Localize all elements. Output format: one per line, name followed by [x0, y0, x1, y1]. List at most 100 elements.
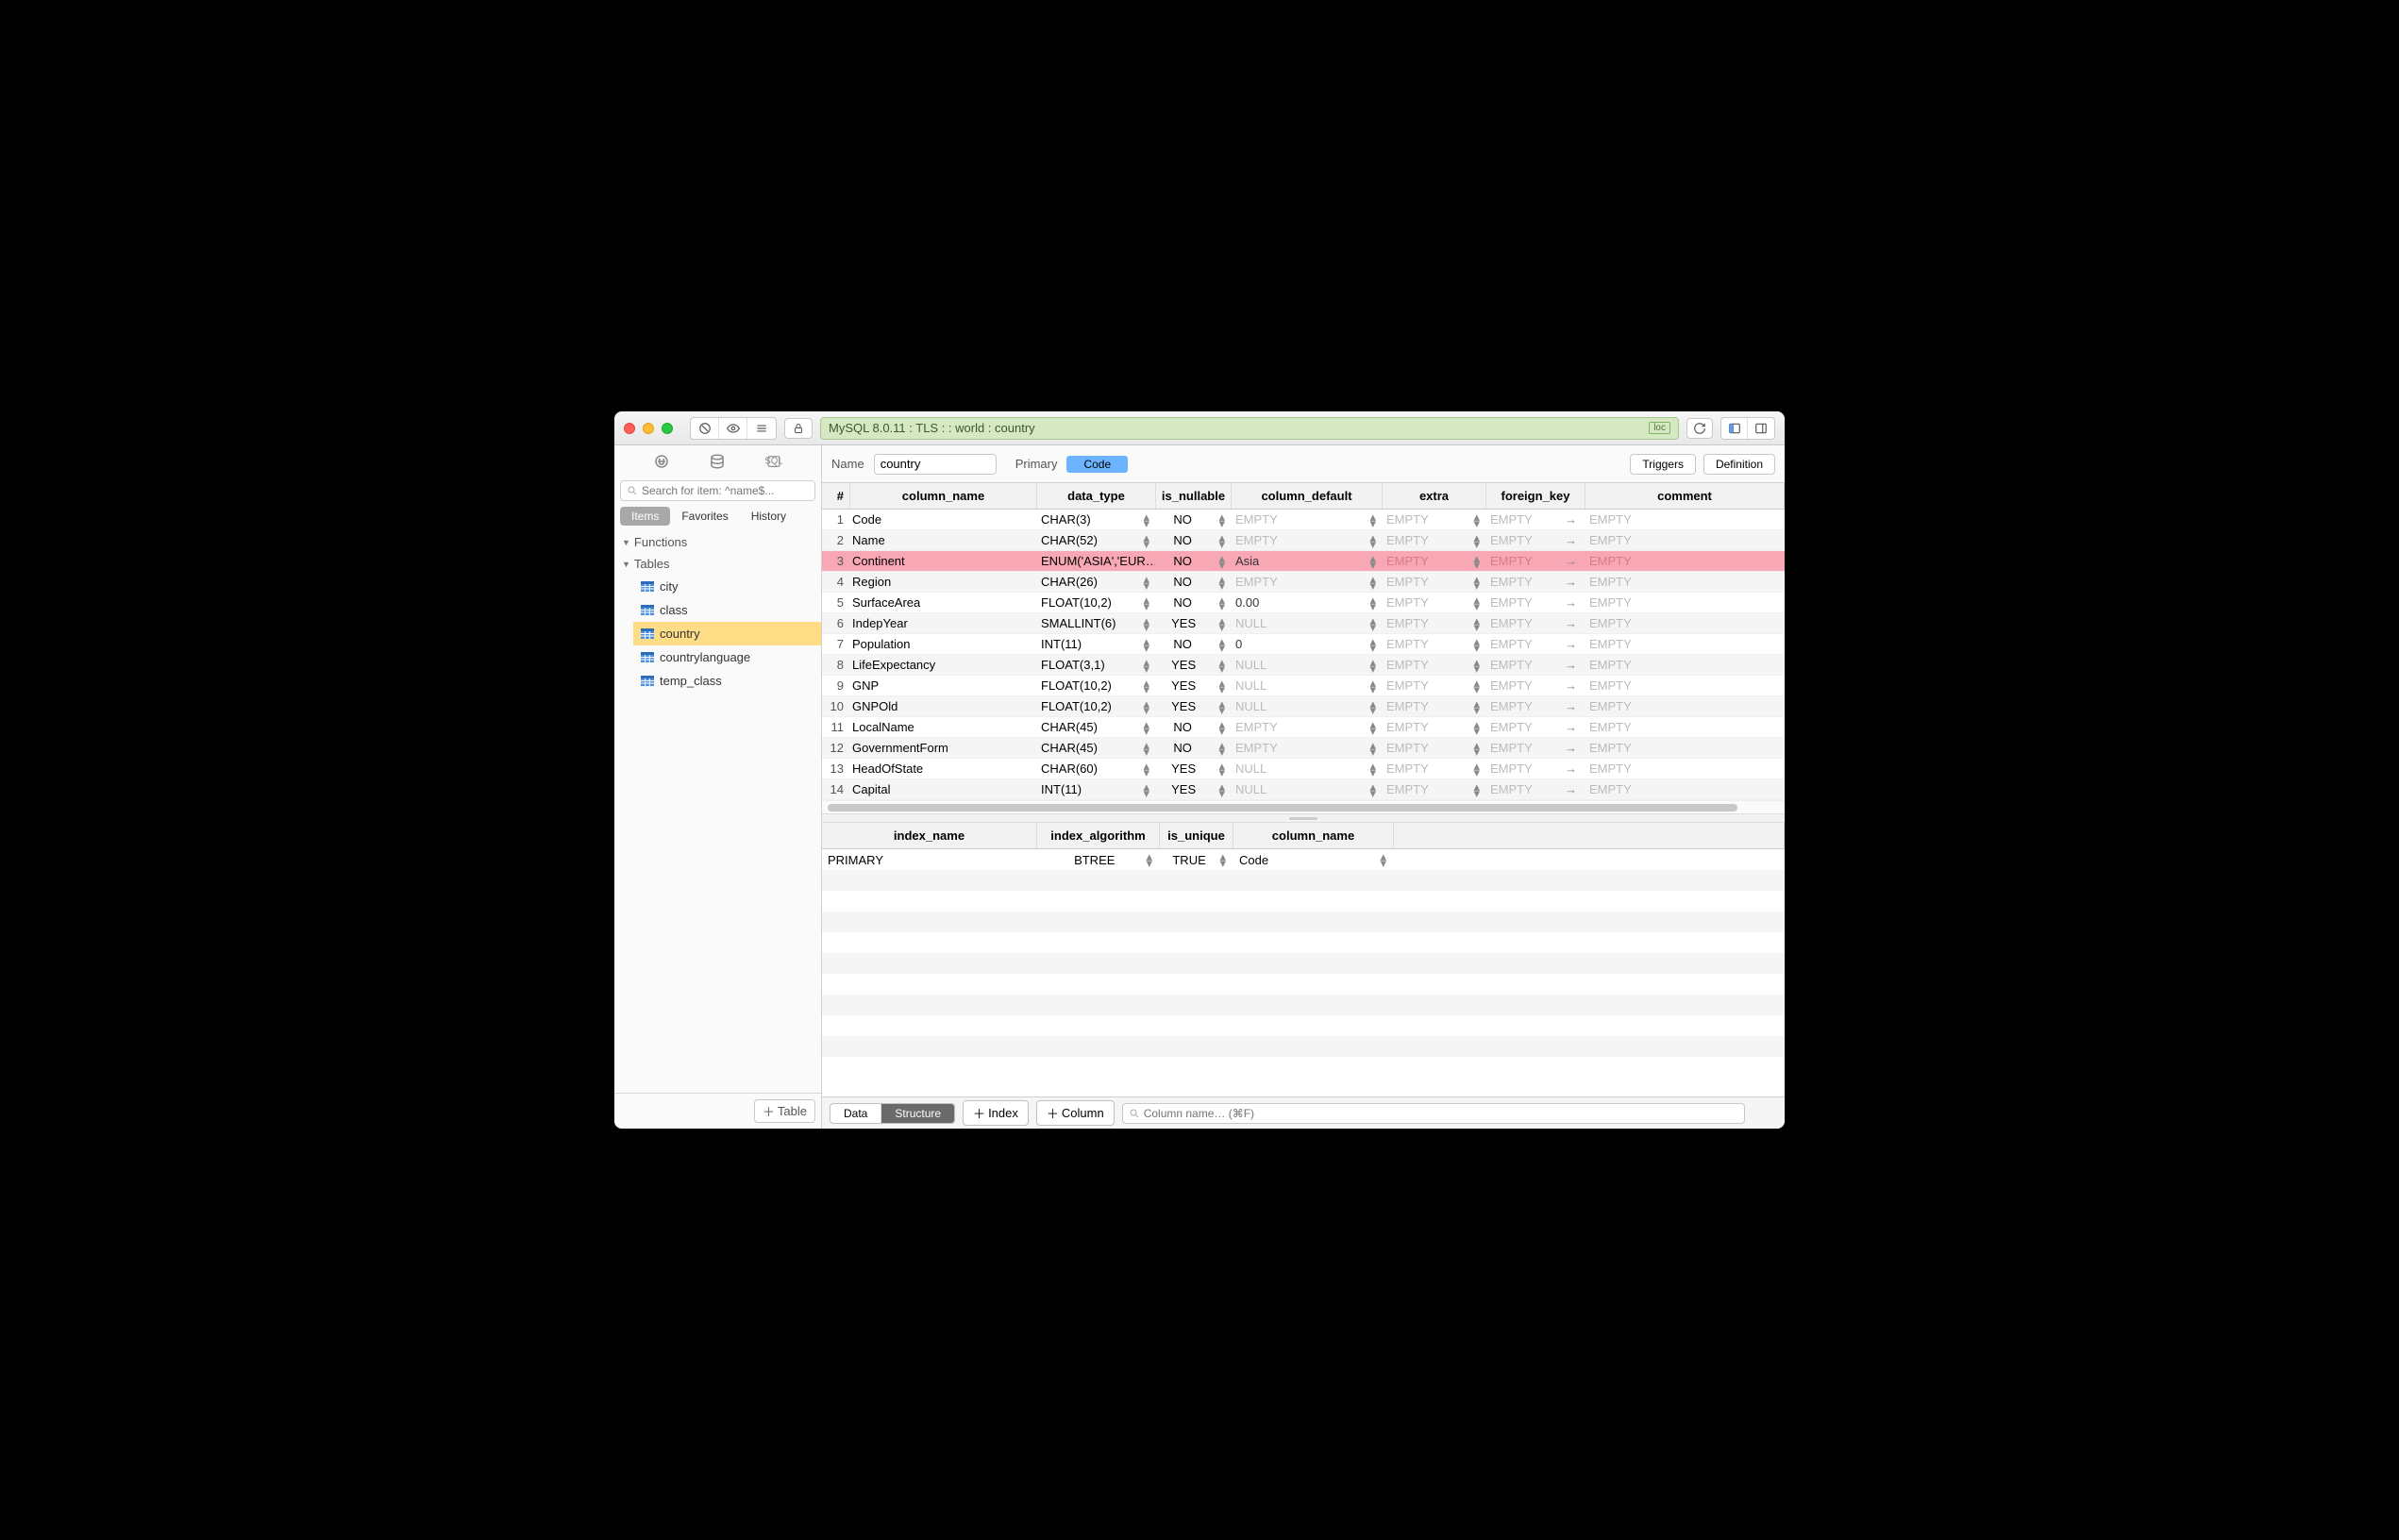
col-header-idx[interactable]: #	[822, 483, 850, 509]
column-row[interactable]: 12GovernmentFormCHAR(45)▴▾NO▴▾EMPTY▴▾EMP…	[822, 738, 1785, 759]
col-header-type[interactable]: data_type	[1037, 483, 1156, 509]
stepper-icon[interactable]: ▴▾	[1473, 555, 1482, 568]
stepper-icon[interactable]: ▴▾	[1143, 679, 1151, 693]
stepper-icon[interactable]: ▴▾	[1218, 617, 1227, 630]
column-row[interactable]: 2NameCHAR(52)▴▾NO▴▾EMPTY▴▾EMPTY▴▾EMPTY→E…	[822, 530, 1785, 551]
stepper-icon[interactable]: ▴▾	[1369, 596, 1378, 610]
plug-icon[interactable]	[653, 453, 670, 473]
sql-icon[interactable]: SQL	[765, 453, 782, 473]
stepper-icon[interactable]: ▴▾	[1218, 742, 1227, 755]
add-table-button[interactable]: ＋Table	[754, 1099, 815, 1123]
refresh-icon[interactable]	[1686, 418, 1713, 439]
stepper-icon[interactable]: ▴▾	[1143, 700, 1151, 713]
stepper-icon[interactable]: ▴▾	[1143, 617, 1151, 630]
stepper-icon[interactable]: ▴▾	[1143, 742, 1151, 755]
table-name-input[interactable]	[874, 454, 997, 475]
database-icon[interactable]	[709, 453, 726, 473]
stepper-icon[interactable]: ▴▾	[1473, 596, 1482, 610]
stepper-icon[interactable]: ▴▾	[1218, 638, 1227, 651]
column-row[interactable]: 5SurfaceAreaFLOAT(10,2)▴▾NO▴▾0.00▴▾EMPTY…	[822, 593, 1785, 613]
stepper-icon[interactable]: ▴▾	[1143, 762, 1151, 776]
stepper-icon[interactable]: ▴▾	[1218, 513, 1227, 527]
column-search-input[interactable]	[1144, 1107, 1738, 1120]
horizontal-scrollbar[interactable]	[822, 800, 1785, 813]
stepper-icon[interactable]: ▴▾	[1473, 742, 1482, 755]
connection-bar[interactable]: MySQL 8.0.11 : TLS : : world : country l…	[820, 417, 1679, 440]
stepper-icon[interactable]: ▴▾	[1146, 853, 1154, 866]
tab-favorites[interactable]: Favorites	[670, 507, 739, 526]
sidebar-search-input[interactable]	[642, 484, 809, 497]
close-window[interactable]	[624, 423, 635, 434]
column-row[interactable]: 8LifeExpectancyFLOAT(3,1)▴▾YES▴▾NULL▴▾EM…	[822, 655, 1785, 676]
col-header-name[interactable]: column_name	[850, 483, 1037, 509]
idx-header-alg[interactable]: index_algorithm	[1037, 823, 1160, 848]
stepper-icon[interactable]: ▴▾	[1473, 659, 1482, 672]
stepper-icon[interactable]: ▴▾	[1218, 783, 1227, 796]
right-panel-icon[interactable]	[1748, 418, 1774, 439]
idx-header-col[interactable]: column_name	[1233, 823, 1394, 848]
definition-button[interactable]: Definition	[1703, 454, 1775, 475]
stepper-icon[interactable]: ▴▾	[1369, 679, 1378, 693]
stepper-icon[interactable]: ▴▾	[1473, 679, 1482, 693]
stepper-icon[interactable]: ▴▾	[1218, 534, 1227, 547]
stepper-icon[interactable]: ▴▾	[1473, 534, 1482, 547]
stepper-icon[interactable]: ▴▾	[1218, 721, 1227, 734]
tab-history[interactable]: History	[740, 507, 797, 526]
stepper-icon[interactable]: ▴▾	[1369, 638, 1378, 651]
eye-icon[interactable]	[719, 418, 747, 439]
column-row[interactable]: 7PopulationINT(11)▴▾NO▴▾0▴▾EMPTY▴▾EMPTY→…	[822, 634, 1785, 655]
stepper-icon[interactable]: ▴▾	[1219, 853, 1228, 866]
stepper-icon[interactable]: ▴▾	[1473, 721, 1482, 734]
section-tables[interactable]: ▼Tables	[614, 553, 821, 575]
stepper-icon[interactable]: ▴▾	[1369, 700, 1378, 713]
col-header-extra[interactable]: extra	[1383, 483, 1486, 509]
stepper-icon[interactable]: ▴▾	[1369, 762, 1378, 776]
stepper-icon[interactable]: ▴▾	[1218, 555, 1227, 568]
stepper-icon[interactable]: ▴▾	[1369, 659, 1378, 672]
left-panel-icon[interactable]	[1721, 418, 1748, 439]
stepper-icon[interactable]: ▴▾	[1143, 721, 1151, 734]
lock-icon[interactable]	[784, 418, 813, 439]
sidebar-search[interactable]	[620, 480, 815, 501]
col-header-default[interactable]: column_default	[1232, 483, 1383, 509]
index-row[interactable]: PRIMARYBTREE▴▾TRUE▴▾Code▴▾	[822, 849, 1785, 870]
stepper-icon[interactable]: ▴▾	[1369, 513, 1378, 527]
stepper-icon[interactable]: ▴▾	[1143, 659, 1151, 672]
stepper-icon[interactable]: ▴▾	[1218, 576, 1227, 589]
column-row[interactable]: 4RegionCHAR(26)▴▾NO▴▾EMPTY▴▾EMPTY▴▾EMPTY…	[822, 572, 1785, 593]
column-row[interactable]: 10GNPOldFLOAT(10,2)▴▾YES▴▾NULL▴▾EMPTY▴▾E…	[822, 696, 1785, 717]
minimize-window[interactable]	[643, 423, 654, 434]
stepper-icon[interactable]: ▴▾	[1473, 783, 1482, 796]
stepper-icon[interactable]: ▴▾	[1143, 576, 1151, 589]
structure-tab[interactable]: Structure	[881, 1104, 954, 1123]
stepper-icon[interactable]: ▴▾	[1143, 513, 1151, 527]
stepper-icon[interactable]: ▴▾	[1369, 742, 1378, 755]
stepper-icon[interactable]: ▴▾	[1473, 576, 1482, 589]
stepper-icon[interactable]: ▴▾	[1473, 700, 1482, 713]
stepper-icon[interactable]: ▴▾	[1143, 638, 1151, 651]
stepper-icon[interactable]: ▴▾	[1218, 659, 1227, 672]
stepper-icon[interactable]: ▴▾	[1369, 534, 1378, 547]
stepper-icon[interactable]: ▴▾	[1218, 679, 1227, 693]
idx-header-name[interactable]: index_name	[822, 823, 1037, 848]
idx-header-unique[interactable]: is_unique	[1160, 823, 1233, 848]
stop-icon[interactable]	[691, 418, 719, 439]
stepper-icon[interactable]: ▴▾	[1143, 534, 1151, 547]
column-row[interactable]: 11LocalNameCHAR(45)▴▾NO▴▾EMPTY▴▾EMPTY▴▾E…	[822, 717, 1785, 738]
primary-key-chip[interactable]: Code	[1066, 456, 1128, 473]
stepper-icon[interactable]: ▴▾	[1369, 721, 1378, 734]
sidebar-table-country[interactable]: country	[633, 622, 821, 645]
stepper-icon[interactable]: ▴▾	[1473, 617, 1482, 630]
column-row[interactable]: 1CodeCHAR(3)▴▾NO▴▾EMPTY▴▾EMPTY▴▾EMPTY→EM…	[822, 510, 1785, 530]
stepper-icon[interactable]: ▴▾	[1143, 783, 1151, 796]
column-row[interactable]: 9GNPFLOAT(10,2)▴▾YES▴▾NULL▴▾EMPTY▴▾EMPTY…	[822, 676, 1785, 696]
data-tab[interactable]: Data	[830, 1104, 881, 1123]
sidebar-table-countrylanguage[interactable]: countrylanguage	[633, 645, 821, 669]
zoom-window[interactable]	[662, 423, 673, 434]
stepper-icon[interactable]: ▴▾	[1218, 596, 1227, 610]
column-search[interactable]	[1122, 1103, 1745, 1124]
stepper-icon[interactable]: ▴▾	[1369, 576, 1378, 589]
column-row[interactable]: 6IndepYearSMALLINT(6)▴▾YES▴▾NULL▴▾EMPTY▴…	[822, 613, 1785, 634]
column-row[interactable]: 3ContinentENUM('ASIA','EUR…▴▾NO▴▾Asia▴▾E…	[822, 551, 1785, 572]
list-icon[interactable]	[747, 418, 776, 439]
